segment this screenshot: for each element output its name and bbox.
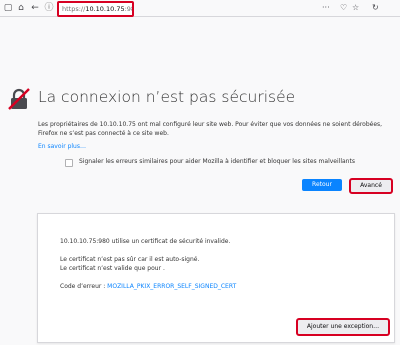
advanced-panel: 10.10.10.75:980 utilise un certificat de… — [37, 213, 395, 343]
url-bar[interactable]: https://10.10.10.75:980 — [57, 1, 134, 17]
error-code-label: Code d’erreur : — [60, 283, 108, 290]
learn-more-link[interactable]: En savoir plus… — [38, 143, 86, 150]
add-exception-button[interactable]: Ajouter une exception… — [296, 318, 390, 336]
url-port: :980 — [124, 5, 132, 13]
error-code-line: Code d’erreur : MOZILLA_PKIX_ERROR_SELF_… — [60, 283, 236, 290]
advanced-button[interactable]: Avancé — [349, 178, 393, 194]
back-button[interactable]: Retour — [302, 179, 342, 191]
page-actions-menu[interactable]: ··· — [322, 2, 330, 14]
report-errors-label: Signaler les erreurs similaires pour aid… — [79, 158, 355, 165]
invalid-cert-text: 10.10.10.75:980 utilise un certificat de… — [60, 238, 231, 245]
home-icon[interactable]: ⌂ — [15, 2, 27, 14]
error-description: Les propriétaires de 10.10.10.75 ont mal… — [38, 121, 383, 137]
page-icon[interactable]: ▢ — [2, 2, 14, 14]
url-scheme: https:// — [62, 5, 86, 13]
page-title: La connexion n’est pas sécurisée — [38, 88, 296, 106]
broken-lock-icon — [8, 88, 30, 110]
valid-only-for-text: Le certificat n’est valide que pour . — [60, 265, 165, 272]
self-signed-text: Le certificat n’est pas sûr car il est a… — [60, 256, 200, 263]
error-code-link[interactable]: MOZILLA_PKIX_ERROR_SELF_SIGNED_CERT — [107, 283, 236, 290]
bookmark-star-icon[interactable]: ☆ — [352, 2, 359, 14]
report-errors-checkbox[interactable] — [65, 159, 73, 167]
pocket-icon[interactable]: ♡ — [340, 2, 347, 14]
reload-icon[interactable]: ↻ — [372, 2, 379, 14]
browser-toolbar: ▢ ⌂ ← ⓘ https://10.10.10.75:980 ··· ♡ ☆ … — [0, 0, 400, 17]
back-arrow-icon[interactable]: ← — [29, 2, 41, 14]
info-icon[interactable]: ⓘ — [43, 2, 55, 14]
url-host: 10.10.10.75 — [85, 5, 125, 13]
